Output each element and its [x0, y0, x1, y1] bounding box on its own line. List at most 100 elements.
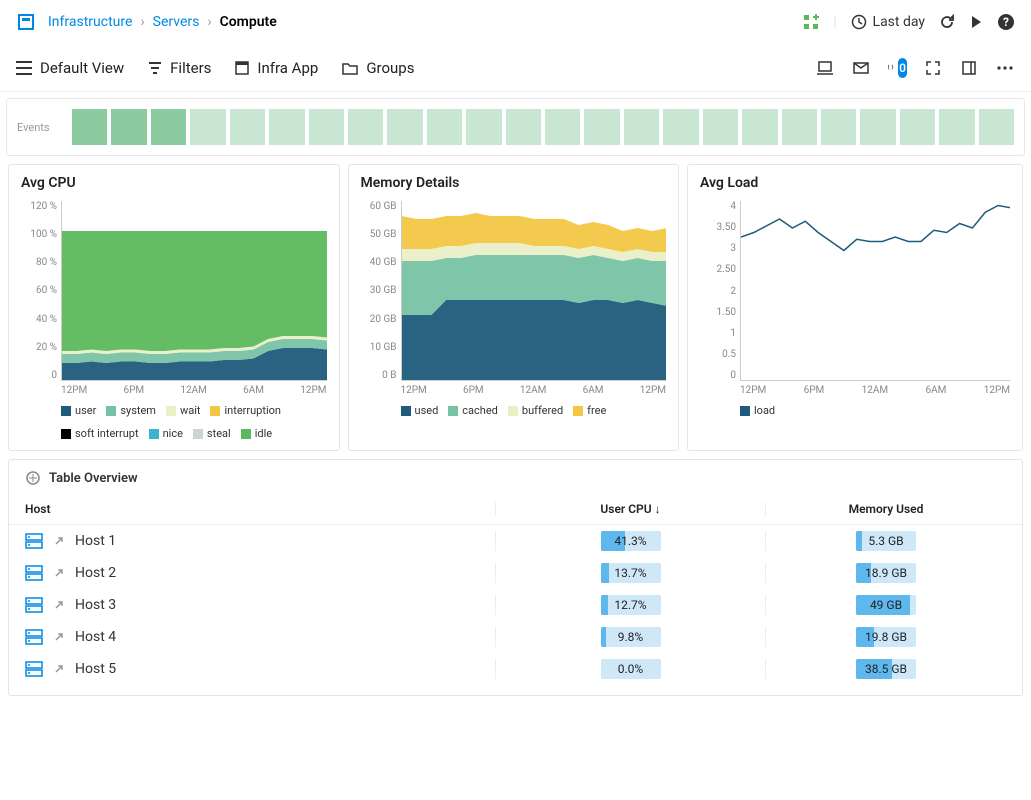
time-range-label: Last day — [873, 14, 925, 30]
open-icon[interactable] — [53, 663, 65, 675]
table-row[interactable]: Host 2 13.7% 18.9 GB — [9, 557, 1022, 589]
server-icon — [25, 565, 43, 581]
legend: load — [740, 404, 1010, 417]
events-bar[interactable] — [151, 109, 186, 145]
load-chart[interactable] — [740, 201, 1010, 381]
groups-button[interactable]: Groups — [342, 59, 414, 77]
host-name: Host 1 — [75, 533, 116, 549]
legend-item[interactable]: used — [401, 404, 439, 417]
filters-label: Filters — [170, 59, 211, 77]
events-bar[interactable] — [584, 109, 619, 145]
panel-avg-load: Avg Load 43.5032.5021.5010.50 12PM6PM12A… — [687, 164, 1023, 451]
alert-icon[interactable]: 0 — [887, 58, 907, 78]
events-bar[interactable] — [860, 109, 895, 145]
legend-item[interactable]: free — [573, 404, 606, 417]
breadcrumb-infrastructure[interactable]: Infrastructure — [48, 14, 132, 30]
xaxis: 12PM6PM12AM6AM12PM — [401, 385, 667, 396]
cpu-bar: 12.7% — [601, 595, 661, 615]
legend-item[interactable]: user — [61, 404, 96, 417]
home-icon[interactable] — [16, 12, 36, 32]
open-icon[interactable] — [53, 535, 65, 547]
host-name: Host 4 — [75, 629, 116, 645]
events-label: Events — [17, 121, 72, 134]
cpu-chart[interactable] — [61, 201, 327, 381]
events-bar[interactable] — [979, 109, 1014, 145]
events-bar[interactable] — [111, 109, 146, 145]
open-icon[interactable] — [53, 631, 65, 643]
open-icon[interactable] — [53, 567, 65, 579]
mail-icon[interactable] — [851, 58, 871, 78]
cpu-bar: 13.7% — [601, 563, 661, 583]
table-title: Table Overview — [9, 470, 1022, 494]
mem-bar: 38.5 GB — [856, 659, 916, 679]
events-bar[interactable] — [782, 109, 817, 145]
server-icon — [25, 533, 43, 549]
events-bar[interactable] — [663, 109, 698, 145]
events-bar[interactable] — [72, 109, 107, 145]
legend-item[interactable]: idle — [241, 427, 272, 440]
view-selector[interactable]: Default View — [16, 59, 124, 77]
fullscreen-icon[interactable] — [923, 58, 943, 78]
table-row[interactable]: Host 3 12.7% 49 GB — [9, 589, 1022, 621]
panel-icon[interactable] — [959, 58, 979, 78]
table-row[interactable]: Host 5 0.0% 38.5 GB — [9, 653, 1022, 685]
filters-button[interactable]: Filters — [148, 59, 211, 77]
events-bar[interactable] — [230, 109, 265, 145]
legend-item[interactable]: steal — [193, 427, 231, 440]
refresh-icon[interactable] — [939, 14, 955, 30]
mem-bar: 18.9 GB — [856, 563, 916, 583]
events-bar[interactable] — [348, 109, 383, 145]
legend-item[interactable]: buffered — [508, 404, 563, 417]
time-range-selector[interactable]: Last day — [851, 14, 925, 30]
breadcrumb: Infrastructure › Servers › Compute — [48, 14, 803, 30]
events-bar[interactable] — [545, 109, 580, 145]
legend-item[interactable]: soft interrupt — [61, 427, 139, 440]
legend-item[interactable]: wait — [166, 404, 201, 417]
events-bar[interactable] — [900, 109, 935, 145]
legend: user system wait interruption soft interrupt… — [61, 404, 327, 440]
play-icon[interactable] — [969, 15, 983, 29]
col-host[interactable]: Host — [25, 502, 495, 516]
table-row[interactable]: Host 1 41.3% 5.3 GB — [9, 525, 1022, 557]
events-bar[interactable] — [742, 109, 777, 145]
col-mem[interactable]: Memory Used — [765, 502, 1006, 516]
legend-item[interactable]: cached — [448, 404, 498, 417]
events-bar[interactable] — [939, 109, 974, 145]
open-icon[interactable] — [53, 599, 65, 611]
col-cpu[interactable]: User CPU ↓ — [495, 502, 765, 516]
events-bar[interactable] — [387, 109, 422, 145]
cpu-bar: 9.8% — [601, 627, 661, 647]
legend-item[interactable]: interruption — [210, 404, 281, 417]
legend-item[interactable]: system — [106, 404, 156, 417]
events-bar[interactable] — [703, 109, 738, 145]
table-body: Host 1 41.3% 5.3 GB Host 2 13.7% — [9, 525, 1022, 685]
add-widget-icon[interactable] — [803, 14, 819, 30]
events-bar[interactable] — [466, 109, 501, 145]
help-icon[interactable]: ? — [997, 13, 1015, 31]
events-bar[interactable] — [309, 109, 344, 145]
events-bar[interactable] — [427, 109, 462, 145]
events-bars[interactable] — [72, 109, 1014, 145]
events-bar[interactable] — [506, 109, 541, 145]
table-header: Host User CPU ↓ Memory Used — [9, 494, 1022, 525]
events-bar[interactable] — [821, 109, 856, 145]
clock-icon — [851, 14, 867, 30]
xaxis: 12PM6PM12AM6AM12PM — [61, 385, 327, 396]
cpu-bar: 0.0% — [601, 659, 661, 679]
memory-chart[interactable] — [401, 201, 667, 381]
events-bar[interactable] — [624, 109, 659, 145]
toolbar: Default View Filters Infra App Groups 0 — [0, 44, 1031, 92]
server-icon — [25, 629, 43, 645]
infra-app-button[interactable]: Infra App — [235, 59, 318, 77]
events-bar[interactable] — [190, 109, 225, 145]
legend: used cached buffered free — [401, 404, 667, 417]
more-icon[interactable] — [995, 58, 1015, 78]
breadcrumb-servers[interactable]: Servers — [153, 14, 200, 30]
list-icon — [16, 61, 32, 75]
laptop-icon[interactable] — [815, 58, 835, 78]
table-row[interactable]: Host 4 9.8% 19.8 GB — [9, 621, 1022, 653]
legend-item[interactable]: nice — [149, 427, 183, 440]
legend-item[interactable]: load — [740, 404, 775, 417]
table-title-text: Table Overview — [49, 471, 138, 486]
events-bar[interactable] — [269, 109, 304, 145]
